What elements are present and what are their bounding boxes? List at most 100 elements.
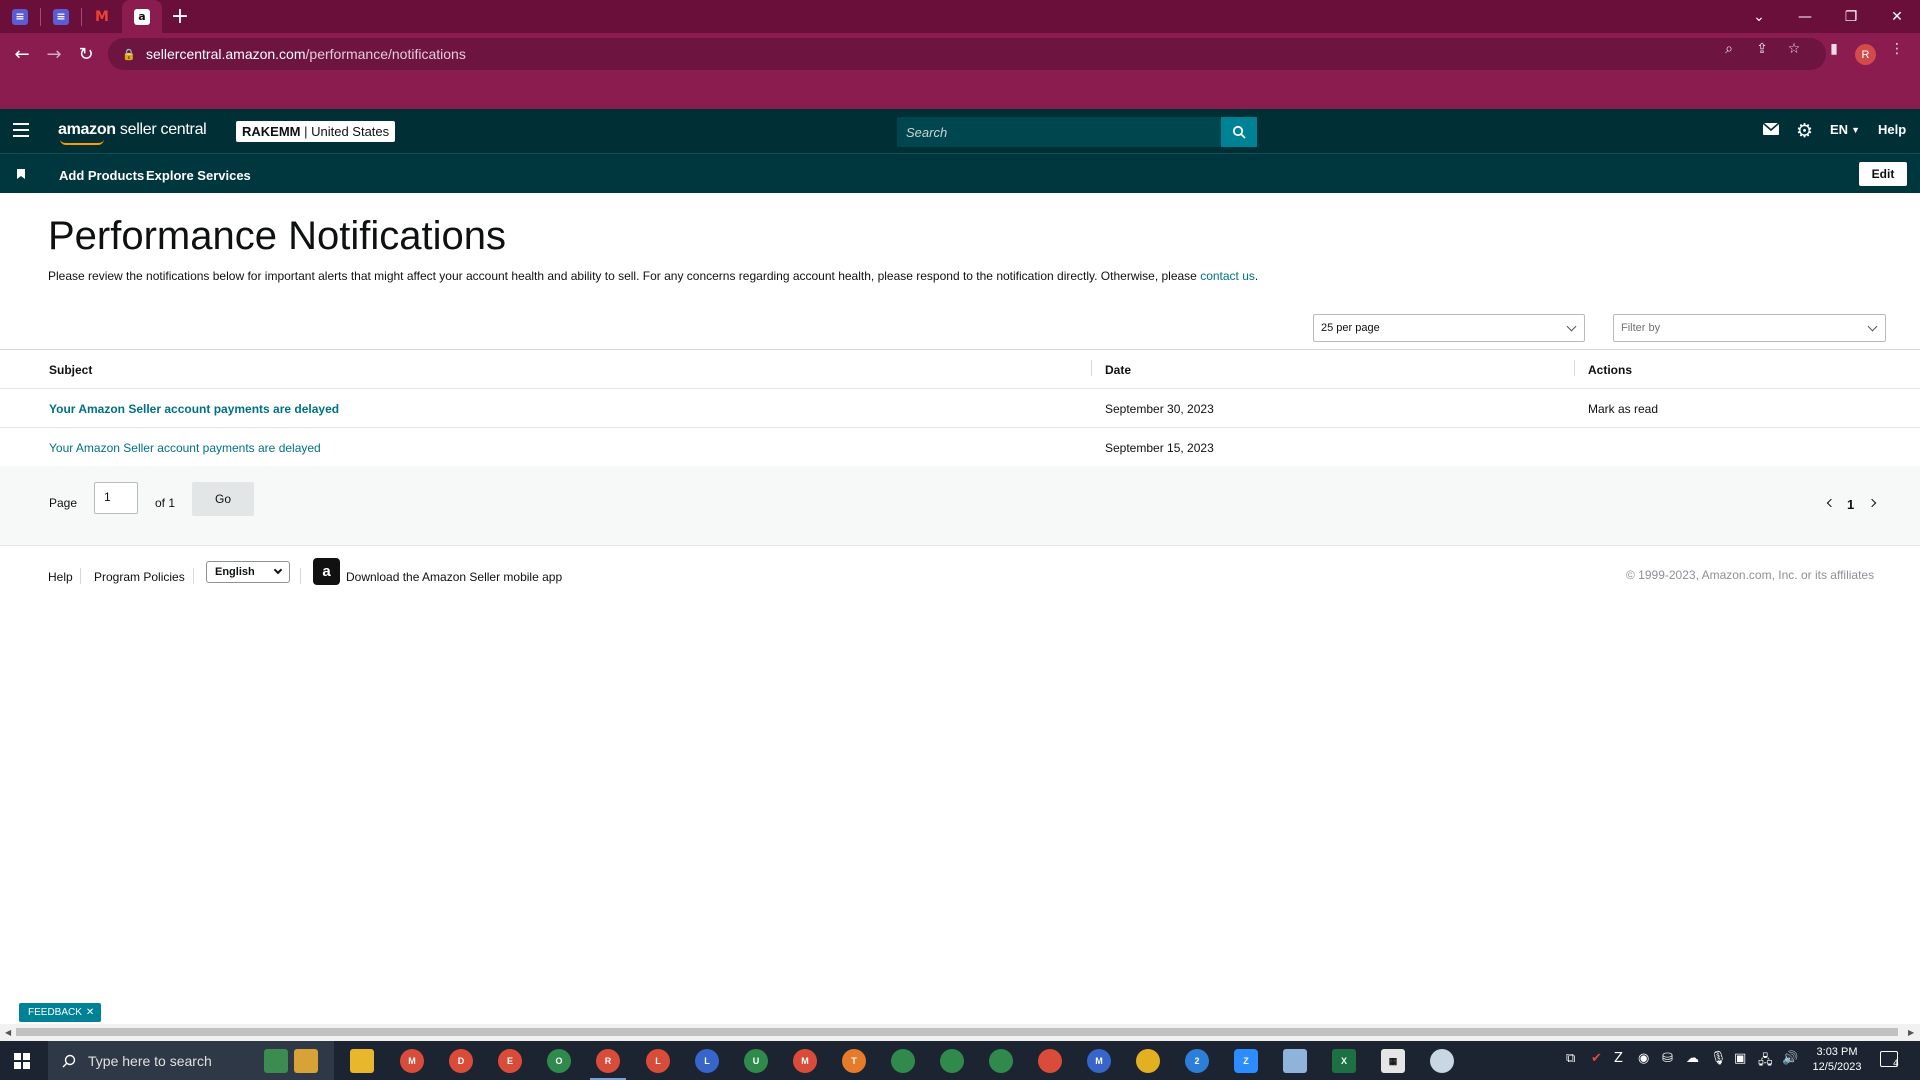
gear-icon[interactable]: ⚙	[1796, 120, 1813, 142]
file-explorer-icon[interactable]	[350, 1049, 374, 1073]
edit-bookmarks-button[interactable]: Edit	[1859, 162, 1907, 186]
hamburger-menu-icon[interactable]	[13, 123, 29, 137]
chrome-profile-icon[interactable]: D	[449, 1049, 473, 1073]
new-tab-button[interactable]: +	[162, 0, 198, 33]
chevron-left-icon[interactable]	[1826, 498, 1836, 508]
download-app-link[interactable]: Download the Amazon Seller mobile app	[346, 570, 562, 584]
cloud-icon[interactable]: ☁	[1686, 1051, 1699, 1066]
footer-divider	[300, 568, 301, 584]
tab-search-icon[interactable]: ⌄	[1736, 0, 1782, 33]
browser-menu-icon[interactable]: ⋮	[1888, 40, 1906, 58]
bookmark-star-icon[interactable]: ☆	[1785, 40, 1803, 58]
contact-us-link[interactable]: contact us	[1200, 269, 1255, 283]
paint-app-icon[interactable]	[1430, 1049, 1454, 1073]
chrome-profile-icon[interactable]: M	[400, 1049, 424, 1073]
footer-language-select[interactable]: English	[206, 561, 290, 583]
chrome-icon[interactable]	[891, 1049, 915, 1073]
chrome-profile-icon[interactable]: O	[547, 1049, 571, 1073]
filter-select[interactable]: Filter by	[1613, 314, 1886, 342]
windows-start-icon[interactable]	[14, 1053, 30, 1069]
zoom-app-icon[interactable]: Z	[1234, 1049, 1258, 1073]
amazon-app-icon[interactable]: a	[313, 558, 340, 585]
scroll-left-icon[interactable]: ◀	[5, 1028, 11, 1037]
calculator-icon[interactable]: ▦	[1381, 1049, 1405, 1073]
search-button[interactable]	[1221, 117, 1257, 147]
footer-help-link[interactable]: Help	[48, 570, 73, 584]
chevron-right-icon[interactable]	[1867, 498, 1877, 508]
share-icon[interactable]: ⇪	[1753, 40, 1771, 58]
chrome-icon[interactable]	[940, 1049, 964, 1073]
close-icon[interactable]: ✕	[86, 1007, 94, 1018]
zoom-tray-icon[interactable]: Z	[1614, 1051, 1623, 1066]
tab-amazon[interactable]: a	[122, 0, 162, 33]
browser-tab-bar: ≡ ≡ M a +	[0, 0, 1920, 33]
taskbar-search-input[interactable]: Type here to search	[48, 1041, 334, 1080]
restore-button[interactable]: ❐	[1828, 0, 1874, 33]
page-number-input[interactable]: 1	[94, 482, 138, 514]
forward-button[interactable]: →	[40, 41, 68, 67]
coin-app-icon[interactable]	[1136, 1049, 1160, 1073]
chrome-profile-icon[interactable]: L	[646, 1049, 670, 1073]
list-icon: ≡	[12, 8, 28, 25]
network-icon[interactable]: 🖧	[1758, 1051, 1773, 1073]
per-page-select[interactable]: 25 per page	[1313, 314, 1585, 342]
chrome-tray-icon[interactable]: ◉	[1638, 1051, 1649, 1066]
scroll-right-icon[interactable]: ▶	[1908, 1028, 1914, 1037]
telegram-icon[interactable]: 2	[1185, 1049, 1209, 1073]
gift-app-icon[interactable]	[294, 1049, 318, 1073]
chrome-profile-icon[interactable]: M	[1087, 1049, 1111, 1073]
drive-icon[interactable]: ⛁	[1662, 1051, 1673, 1066]
excel-icon[interactable]: X	[1332, 1049, 1356, 1073]
chrome-profile-icon[interactable]: M	[793, 1049, 817, 1073]
windows-taskbar: Type here to search M D E O R L L U M T …	[0, 1041, 1920, 1080]
horizontal-scrollbar[interactable]: ◀ ▶	[0, 1024, 1920, 1041]
chrome-profile-icon[interactable]: U	[744, 1049, 768, 1073]
chrome-icon[interactable]	[989, 1049, 1013, 1073]
notification-subject-link[interactable]: Your Amazon Seller account payments are …	[49, 402, 339, 416]
url-input[interactable]: 🔒 sellercentral.amazon.com/performance/n…	[108, 38, 1826, 70]
chrome-profile-icon[interactable]: L	[695, 1049, 719, 1073]
antivirus-icon[interactable]: ✔	[1591, 1051, 1602, 1066]
scrollbar-thumb[interactable]	[16, 1028, 1898, 1036]
sticker-app-icon[interactable]	[264, 1049, 288, 1073]
search-input[interactable]: Search	[897, 117, 1221, 147]
add-products-link[interactable]: Add Products	[59, 168, 144, 183]
actions-header: Actions	[1588, 363, 1633, 377]
zoom-icon[interactable]: ⌕	[1720, 40, 1738, 58]
chrome-profile-icon[interactable]: T	[842, 1049, 866, 1073]
chrome-profile-icon[interactable]: E	[498, 1049, 522, 1073]
seller-central-logo[interactable]: amazon seller central	[58, 121, 207, 145]
chevron-down-icon	[1566, 321, 1577, 332]
profile-avatar[interactable]: R	[1855, 44, 1876, 65]
footer-divider	[80, 568, 81, 584]
chrome-profile-icon[interactable]: R	[596, 1049, 620, 1073]
mark-as-read-link[interactable]: Mark as read	[1588, 402, 1658, 416]
explore-services-link[interactable]: Explore Services	[146, 168, 251, 183]
back-button[interactable]: ←	[8, 41, 36, 67]
microphone-icon[interactable]: 🎙	[1710, 1051, 1727, 1066]
notification-subject-link[interactable]: Your Amazon Seller account payments are …	[49, 441, 321, 455]
lock-icon: 🔒	[122, 48, 136, 61]
meet-now-icon[interactable]: ▣	[1734, 1051, 1746, 1066]
tab-list-2[interactable]: ≡	[41, 0, 81, 33]
close-button[interactable]: ✕	[1874, 0, 1920, 33]
side-panel-icon[interactable]: ▮	[1825, 40, 1843, 58]
account-switcher[interactable]: RAKEMM | United States	[236, 121, 396, 142]
program-policies-link[interactable]: Program Policies	[94, 570, 185, 584]
reload-button[interactable]: ↻	[72, 41, 100, 67]
tab-gmail[interactable]: M	[82, 0, 122, 33]
tab-list-1[interactable]: ≡	[0, 0, 40, 33]
table-row: Your Amazon Seller account payments are …	[0, 389, 1920, 428]
mail-icon[interactable]	[1763, 123, 1779, 135]
help-link[interactable]: Help	[1878, 122, 1906, 137]
volume-icon[interactable]: 🔊	[1782, 1051, 1798, 1066]
screen-capture-icon[interactable]: ⧉	[1566, 1051, 1575, 1066]
system-clock[interactable]: 3:03 PM 12/5/2023	[1806, 1045, 1868, 1075]
feedback-button[interactable]: FEEDBACK ✕	[19, 1003, 102, 1022]
go-button[interactable]: Go	[192, 482, 254, 516]
chrome-icon[interactable]	[1038, 1049, 1062, 1073]
minimize-button[interactable]: —	[1782, 0, 1828, 33]
notes-app-icon[interactable]	[1283, 1049, 1307, 1073]
bookmark-icon[interactable]	[17, 169, 25, 179]
language-selector[interactable]: EN ▼	[1830, 122, 1860, 137]
